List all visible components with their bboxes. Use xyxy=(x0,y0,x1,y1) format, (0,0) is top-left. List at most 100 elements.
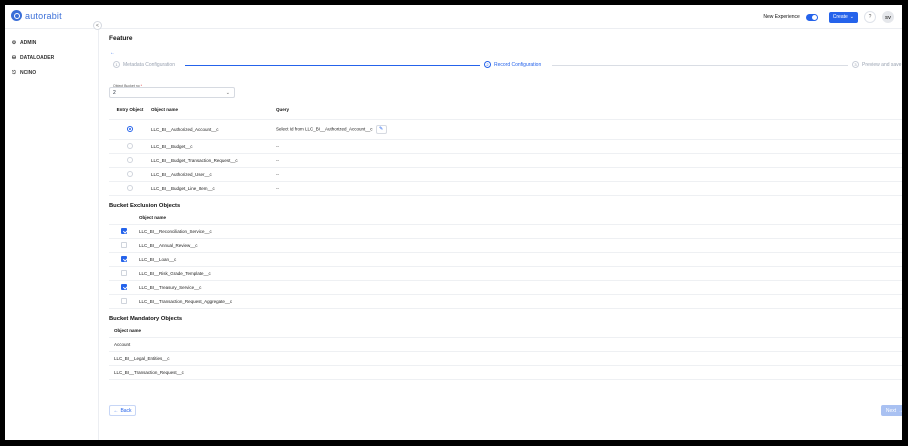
table-header-row: Object name xyxy=(109,212,902,224)
query-text: -- xyxy=(276,143,279,149)
next-button-label: Next xyxy=(885,407,897,414)
query-cell: Select Id from LLC_BI__Authorized_Accoun… xyxy=(276,119,902,139)
step-number: 1 xyxy=(113,61,120,68)
chevron-left-icon: < xyxy=(96,22,99,29)
object-name: LLC_BI__Reconciliation_Service__c xyxy=(139,228,212,234)
top-header: autorabit New Experience Create ⌄ ? SV xyxy=(5,5,902,29)
new-experience-toggle[interactable] xyxy=(805,13,818,21)
table-row: LLC_BI__Loan__c xyxy=(109,252,902,266)
app-window: autorabit New Experience Create ⌄ ? SV ⚙… xyxy=(3,3,904,442)
object-name: Account xyxy=(114,341,131,347)
avatar[interactable]: SV xyxy=(882,11,894,23)
entry-object-radio[interactable] xyxy=(127,170,133,177)
object-name: LLC_BI__Risk_Grade_Template__c xyxy=(139,270,211,276)
object-name: LLC_BI__Budget_Transaction_Request__c xyxy=(151,157,238,163)
table-row: LLC_BI__Transaction_Request_Aggregate__c xyxy=(109,294,902,308)
object-name: LLC_BI__Authorized_Account__c xyxy=(151,126,219,132)
chevron-down-icon: ⌄ xyxy=(225,90,230,96)
column-header-name: Object name xyxy=(114,328,142,334)
step-record[interactable]: 2 Record Configuration xyxy=(484,61,541,68)
edit-query-button[interactable]: ✎ xyxy=(375,124,387,134)
object-name: LLC_BI__Legal_Entities__c xyxy=(114,355,170,361)
table-row: LLC_BI__Budget_Transaction_Request__c -- xyxy=(109,153,902,167)
exclusion-table: Object name LLC_BI__Reconciliation_Servi… xyxy=(109,212,902,309)
object-name: LLC_BI__Annual_Review__c xyxy=(139,242,198,248)
main-content: Feature ← 1 Metadata Configuration 2 Rec… xyxy=(105,29,904,440)
column-header-name: Object name xyxy=(151,107,179,113)
query-text: -- xyxy=(276,185,279,191)
object-name: LLC_BI__Budget_Line_Item__c xyxy=(151,185,215,191)
table-row: Account xyxy=(109,337,902,351)
sidebar-item-ncino[interactable]: ⎋ NCINO xyxy=(11,70,36,76)
entry-object-radio[interactable] xyxy=(127,125,133,132)
column-header-entry: Entry Object xyxy=(116,107,144,113)
step-connector xyxy=(552,65,848,66)
table-row: LLC_BI__Risk_Grade_Template__c xyxy=(109,266,902,280)
query-text: -- xyxy=(276,157,279,163)
table-header-row: Object name xyxy=(109,325,902,337)
step-metadata[interactable]: 1 Metadata Configuration xyxy=(113,61,175,68)
sidebar-item-dataloader[interactable]: ⛁ DATALOADER xyxy=(11,55,54,61)
exclusion-checkbox[interactable] xyxy=(121,297,127,304)
entry-object-radio[interactable] xyxy=(127,156,133,163)
column-header-name: Object name xyxy=(139,215,167,221)
back-button[interactable]: ← Back xyxy=(109,405,136,416)
create-button[interactable]: Create ⌄ xyxy=(828,11,858,23)
link-icon: ⎋ xyxy=(12,70,16,76)
step-label: Preview and save xyxy=(862,61,902,68)
table-row: LLC_BI__Annual_Review__c xyxy=(109,238,902,252)
exclusion-checkbox[interactable] xyxy=(121,269,127,276)
exclusion-checkbox[interactable] xyxy=(121,283,127,290)
create-button-label: Create xyxy=(832,14,848,20)
object-name: LLC_BI__Transaction_Request_Aggregate__c xyxy=(139,298,233,304)
table-row: LLC_BI__Authorized_Account__c Select Id … xyxy=(109,119,902,139)
logo-text: autorabit xyxy=(25,10,62,21)
table-row: LLC_BI__Budget__c -- xyxy=(109,139,902,153)
entry-object-table: Entry Object Object name Query LLC_BI__A… xyxy=(109,101,902,196)
table-row: LLC_BI__Reconciliation_Service__c xyxy=(109,224,902,238)
next-button[interactable]: Next → xyxy=(881,405,904,416)
exclusion-checkbox[interactable] xyxy=(121,227,127,234)
exclusion-checkbox[interactable] xyxy=(121,255,127,262)
logo[interactable]: autorabit xyxy=(11,10,62,21)
object-name: LLC_BI__Transaction_Request__c xyxy=(114,369,184,375)
arrow-left-icon[interactable]: ← xyxy=(110,50,115,56)
table-row: LLC_BI__Budget_Line_Item__c -- xyxy=(109,181,902,195)
object-name: LLC_BI__Authorized_User__c xyxy=(151,171,212,177)
table-row: LLC_BI__Transaction_Request__c xyxy=(109,365,902,379)
query-text: -- xyxy=(276,171,279,177)
sidebar-item-admin[interactable]: ⚙ ADMIN xyxy=(11,40,37,46)
entry-object-radio[interactable] xyxy=(127,184,133,191)
logo-icon xyxy=(11,10,22,21)
object-bucket-value: 2 xyxy=(113,89,116,96)
step-label: Record Configuration xyxy=(494,61,542,68)
object-name: LLC_BI__Treasury_Service__c xyxy=(139,284,202,290)
table-header-row: Entry Object Object name Query xyxy=(109,101,902,119)
step-label: Metadata Configuration xyxy=(123,61,175,68)
column-header-query: Query xyxy=(276,107,290,113)
pencil-icon: ✎ xyxy=(378,126,384,132)
exclusion-checkbox[interactable] xyxy=(121,241,127,248)
table-row: LLC_BI__Treasury_Service__c xyxy=(109,280,902,294)
entry-object-radio[interactable] xyxy=(127,142,133,149)
header-actions: New Experience Create ⌄ ? SV xyxy=(763,10,894,24)
step-number: 2 xyxy=(484,61,491,68)
database-icon: ⛁ xyxy=(11,55,17,61)
arrow-right-icon: → xyxy=(898,407,904,414)
object-bucket-select[interactable]: 2 ⌄ xyxy=(109,87,235,98)
object-name: LLC_BI__Loan__c xyxy=(139,256,177,262)
new-experience-label: New Experience xyxy=(763,14,800,20)
mandatory-table: Object name Account LLC_BI__Legal_Entiti… xyxy=(109,325,902,380)
gear-icon: ⚙ xyxy=(11,40,17,46)
page-title: Feature xyxy=(109,35,133,42)
table-row: LLC_BI__Legal_Entities__c xyxy=(109,351,902,365)
sidebar-item-label: NCINO xyxy=(20,70,37,76)
sidebar-item-label: DATALOADER xyxy=(20,55,55,61)
sidebar: ⚙ ADMIN ⛁ DATALOADER ⎋ NCINO xyxy=(5,29,99,440)
sidebar-item-label: ADMIN xyxy=(20,40,37,46)
back-button-label: Back xyxy=(120,407,132,414)
object-name: LLC_BI__Budget__c xyxy=(151,143,193,149)
step-preview[interactable]: 3 Preview and save xyxy=(852,61,901,68)
help-button[interactable]: ? xyxy=(864,11,876,23)
sidebar-collapse-button[interactable]: < xyxy=(93,21,102,30)
